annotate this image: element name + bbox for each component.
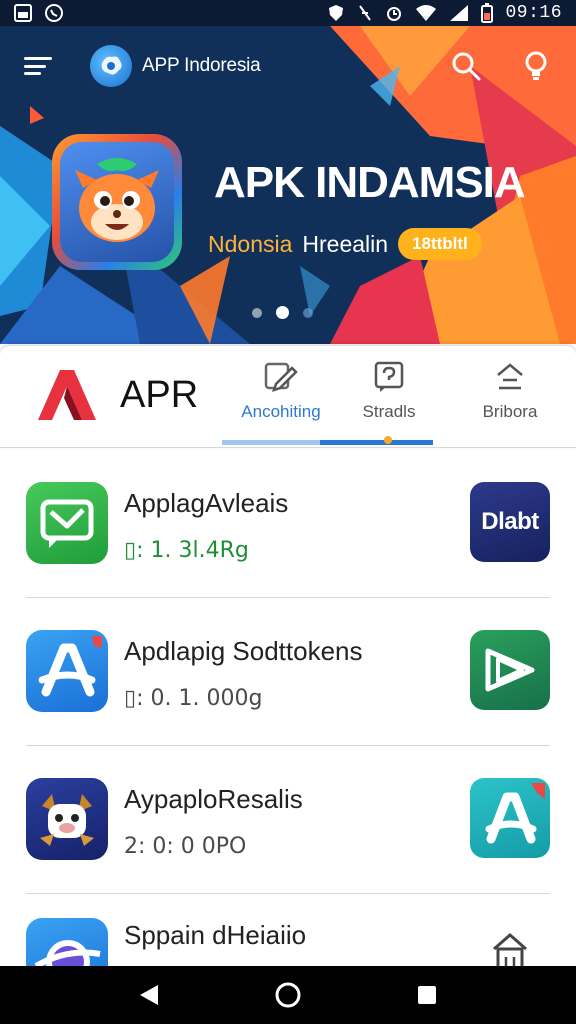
app-meta: ▯: 1. 3l.4Rg xyxy=(124,538,249,563)
app-name: AypaploResalis xyxy=(124,784,303,814)
app-name: ApplagAvleais xyxy=(124,488,289,518)
edit-icon xyxy=(264,362,298,392)
banner-badge-button[interactable]: 18ttbltl xyxy=(398,228,482,260)
wifi-icon xyxy=(416,5,437,21)
app-name: Apdlapig Sodttokens xyxy=(124,636,363,666)
top-app-bar: APP Indoresia xyxy=(0,44,576,88)
banner-subtitle: Ndonsia Hreealin 18ttbltl xyxy=(208,228,482,260)
shield-icon xyxy=(329,5,344,21)
cartoon-dog-icon xyxy=(26,778,108,860)
cartoon-mascot-icon xyxy=(75,158,159,242)
hero-app-icon[interactable] xyxy=(52,134,182,270)
hamburger-menu-icon[interactable] xyxy=(22,54,54,78)
carousel-indicator xyxy=(252,306,313,319)
alarm-icon xyxy=(387,7,402,21)
tab-ancohiting[interactable]: Ancohiting xyxy=(226,360,336,446)
signal-icon xyxy=(450,5,469,21)
action-text: Dlabt xyxy=(481,508,539,535)
app-meta: ▯: 0. 1. 000g xyxy=(124,686,263,711)
brand-logo-icon xyxy=(90,45,132,87)
gallery-icon xyxy=(14,4,32,22)
battery-icon xyxy=(481,3,494,23)
apr-logo-icon xyxy=(38,370,96,420)
brand-name: APP Indoresia xyxy=(142,55,261,76)
status-time: 09:16 xyxy=(505,3,562,23)
carousel-dot-3[interactable] xyxy=(303,307,313,318)
lightbulb-icon[interactable] xyxy=(518,48,554,84)
search-icon[interactable] xyxy=(448,48,484,84)
banner-subtitle-text: Hreealin xyxy=(302,230,389,257)
status-bar: 09:16 xyxy=(0,0,576,26)
app-name: Sppain dHeiaiio xyxy=(124,920,307,950)
message-envelope-icon xyxy=(26,482,108,564)
apr-logo-text: APR xyxy=(120,374,199,416)
home-circle-icon[interactable] xyxy=(268,975,308,1015)
list-item[interactable]: Apdlapig Sodttokens ▯: 0. 1. 000g xyxy=(0,598,576,746)
category-tab-bar: APR Ancohiting Stradls Bribora xyxy=(0,346,576,448)
home-up-icon xyxy=(497,363,523,390)
banner-title: APK INDAMSIA xyxy=(214,158,526,207)
play-arrow-icon[interactable] xyxy=(470,630,550,710)
carousel-dot-2[interactable] xyxy=(276,306,289,319)
hero-banner[interactable]: APP Indoresia APK INDAMSIA Ndonsia Hreea… xyxy=(0,26,576,344)
tab-label: Bribora xyxy=(482,402,538,421)
tab-indicator-accent xyxy=(222,440,320,445)
app-store-a-icon[interactable] xyxy=(470,778,550,858)
list-item[interactable]: ApplagAvleais ▯: 1. 3l.4Rg Dlabt xyxy=(0,450,576,598)
app-meta: 2: 0: 0 0PO xyxy=(124,834,247,859)
tab-marker-dot xyxy=(384,436,392,444)
app-store-a-icon xyxy=(26,630,108,712)
list-item[interactable]: AypaploResalis 2: 0: 0 0PO xyxy=(0,746,576,894)
banner-subtitle-highlight: Ndonsia xyxy=(208,230,293,257)
tab-stradls[interactable]: Stradls xyxy=(334,360,444,446)
tab-label: Stradls xyxy=(362,402,416,421)
back-icon[interactable] xyxy=(129,975,169,1015)
dlabt-badge-icon[interactable]: Dlabt xyxy=(470,482,550,562)
carousel-dot-1[interactable] xyxy=(252,307,262,318)
brand[interactable]: APP Indoresia xyxy=(90,45,261,87)
message-icon xyxy=(374,361,404,392)
vibrate-icon xyxy=(359,5,372,21)
tab-label: Ancohiting xyxy=(241,402,321,421)
whatsapp-icon xyxy=(45,4,63,22)
tab-bribora[interactable]: Bribora xyxy=(455,360,565,446)
system-nav-bar xyxy=(0,966,576,1024)
recents-square-icon[interactable] xyxy=(407,975,447,1015)
